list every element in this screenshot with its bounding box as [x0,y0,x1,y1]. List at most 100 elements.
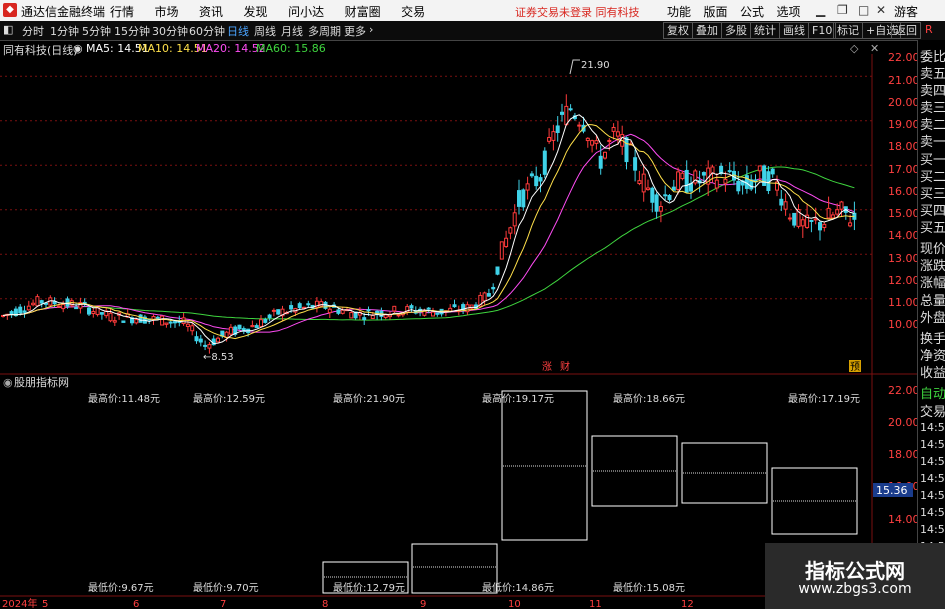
candle-body [263,319,268,323]
menu-options[interactable]: 选项 [777,3,801,20]
candle-body [800,219,805,227]
menu-news[interactable]: 资讯 [199,3,223,20]
candle-body [383,314,388,318]
grid-lines [0,75,872,300]
candle-body [671,186,676,191]
menu-quotes[interactable]: 行情 [110,3,134,20]
adjust-button[interactable]: 复权 [663,22,693,39]
candle-body [534,175,539,187]
tab-intraday[interactable]: 分时 [22,23,44,39]
tab-30min[interactable]: 30分钟 [152,23,188,39]
price-tick: 11.00 [888,296,917,309]
watermark-logo: 指标公式网 www.zbgs3.com [765,543,945,609]
finance-marker[interactable]: 财 [560,360,570,373]
candle-body [168,321,173,324]
candle-body [138,314,143,323]
restore-icon[interactable]: ❐ [837,3,848,17]
menu-discover[interactable]: 发现 [244,3,268,20]
low-value: ←8.53 [203,352,234,363]
close-icon[interactable]: ✕ [876,3,886,17]
indicator-tick: 20.00 [888,416,917,429]
candle-body [607,139,612,142]
price-tick: 21.00 [888,74,917,87]
tab-multi-period[interactable]: 多周期 [308,23,341,39]
candle-body [289,305,294,310]
candle-body [684,169,689,193]
candle-body [615,131,620,137]
price-tick: 12.00 [888,274,917,287]
panel-label-outer[interactable]: 外盘 [920,307,945,326]
candle-body [727,170,732,173]
candle-body [594,140,599,144]
chart-area: 22.00 21.00 20.00 19.00 18.00 17.00 16.0… [0,51,917,609]
forecast-marker[interactable]: 预 [850,361,860,373]
candle-body [74,307,79,310]
candle-body [349,312,354,319]
price-tick: 16.00 [888,185,917,198]
monthly-low-label: 最低价:12.79元 [333,581,405,594]
maximize-icon[interactable]: □ [858,3,869,17]
panel-label-buy5[interactable]: 买五 [920,217,945,236]
statistics-button[interactable]: 统计 [750,22,780,39]
tab-1min[interactable]: 1分钟 [50,23,79,39]
price-tick: 15.00 [888,207,917,220]
trade-time: 14:56 [920,472,945,485]
panel-label-change-pct[interactable]: 涨幅 [920,272,945,291]
date-tick: 12 [681,599,694,609]
candle-body [787,217,792,220]
mark-button[interactable]: 标记 [833,22,863,39]
candle-body [792,212,797,226]
menu-function[interactable]: 功能 [667,3,691,20]
draw-line-button[interactable]: 画线 [779,22,809,39]
monthly-high-label: 最高价:18.66元 [613,392,685,405]
candle-body [203,344,208,347]
panel-label-earnings[interactable]: 收益 [920,362,945,381]
high-annotation: 21.90 [569,59,610,75]
overlay-button[interactable]: 叠加 [692,22,722,39]
minimize-icon[interactable]: ▁ [816,3,825,17]
candle-body [91,311,96,315]
menu-trade[interactable]: 交易 [401,3,425,20]
indicator-tick: 14.00 [888,513,917,526]
panel-trades[interactable]: 交易 [920,401,945,420]
candle-body [701,172,706,176]
indicator-title[interactable]: 股朋指标网 [14,375,69,389]
multi-stock-button[interactable]: 多股 [721,22,751,39]
candle-body [521,189,526,208]
menu-market[interactable]: 市场 [155,3,179,20]
candle-body [306,303,311,306]
limit-up-marker[interactable]: 涨 [542,361,552,373]
panel-auto[interactable]: 自动 [920,383,945,402]
chevron-right-icon[interactable]: › [369,23,373,36]
sidebar-toggle-icon[interactable]: ◧ [3,23,13,36]
tab-5min[interactable]: 5分钟 [82,23,111,39]
price-tick: 10.00 [888,318,917,331]
candle-body [542,150,547,175]
tab-monthly[interactable]: 月线 [281,23,303,39]
month-box [501,390,588,541]
menu-formula[interactable]: 公式 [740,3,764,20]
menu-wealth[interactable]: 财富圈 [345,3,381,20]
tab-15min[interactable]: 15分钟 [114,23,150,39]
tab-60min[interactable]: 60分钟 [189,23,225,39]
r-indicator: R [925,23,933,36]
candle-body [499,241,504,260]
tab-weekly[interactable]: 周线 [254,23,276,39]
guest-label[interactable]: 游客 [894,3,918,20]
trade-time: 14:56 [920,438,945,451]
ma60-line [2,166,855,321]
candle-body [525,183,530,191]
ma20-path [2,133,855,333]
date-tick: 10 [508,599,521,609]
candle-body [676,171,681,190]
menu-ask[interactable]: 问小达 [288,3,324,20]
menu-layout[interactable]: 版面 [704,3,728,20]
tab-more[interactable]: 更多 [344,23,366,39]
login-status[interactable]: 证券交易未登录 同有科技 [515,4,640,20]
panel-label-sell1[interactable]: 卖一 [920,131,945,150]
tab-daily[interactable]: 日线 [227,23,249,39]
indicator-settings-icon[interactable]: ◉ [3,376,13,389]
back-button[interactable]: 返回 [891,22,921,39]
price-tick: 22.00 [888,51,917,64]
candle-body [271,309,276,312]
